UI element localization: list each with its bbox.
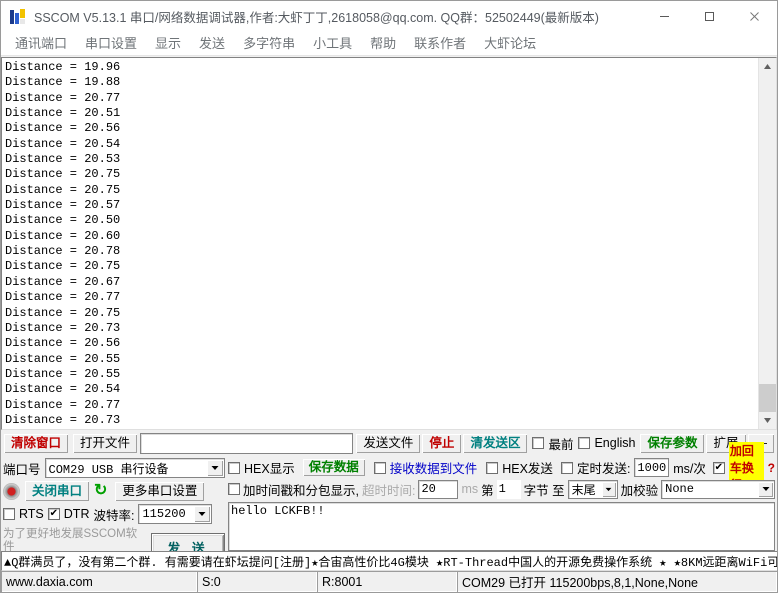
timed-send-unit-label: ms/次 [673, 462, 706, 476]
menu-item-forum[interactable]: 大虾论坛 [475, 33, 545, 55]
menu-item-send[interactable]: 发送 [190, 33, 234, 55]
minimize-button[interactable] [642, 1, 687, 32]
rts-label: RTS [19, 507, 44, 521]
status-sent-count: S:0 [197, 571, 317, 592]
byte-end-value: 末尾 [571, 483, 596, 498]
save-params-button[interactable]: 保存参数 [639, 432, 706, 454]
scroll-up-icon[interactable] [759, 58, 776, 75]
timestamp-checkbox[interactable] [228, 483, 240, 495]
timeout-label: 超时时间: [361, 483, 416, 498]
recv-to-file-label: 接收数据到文件 [389, 462, 478, 476]
close-port-button[interactable]: 关闭串口 [24, 480, 91, 502]
recv-to-file-checkbox[interactable] [373, 461, 386, 474]
hex-display-checkbox[interactable] [228, 461, 240, 474]
scroll-down-icon[interactable] [759, 412, 776, 429]
checksum-value: None [665, 482, 694, 496]
add-crlf-checkbox[interactable]: ✔ [712, 461, 725, 474]
status-received-count: R:8001 [317, 571, 457, 592]
status-bar: www.daxia.com S:0 R:8001 COM29 已打开 11520… [1, 571, 777, 592]
display-options-row-1: HEX显示 保存数据 接收数据到文件 HEX发送 定时发送: 1000 ms/次… [228, 442, 775, 493]
chevron-down-icon[interactable] [601, 481, 616, 497]
byte-mid-label: 字节 至 [523, 483, 565, 498]
file-path-input[interactable] [140, 432, 354, 454]
window-title: SSCOM V5.13.1 串口/网络数据调试器,作者:大虾丁丁,2618058… [34, 11, 599, 25]
rts-checkbox[interactable] [3, 508, 15, 520]
port-row: 端口号 COM29 USB 串行设备 [3, 458, 225, 478]
chevron-down-icon[interactable] [194, 506, 211, 522]
port-action-row: 关闭串口 ↻ 更多串口设置 [3, 480, 225, 502]
english-checkbox[interactable] [578, 437, 591, 449]
open-file-button[interactable]: 打开文件 [72, 432, 139, 454]
port-label: 端口号 [3, 462, 41, 477]
timestamp-label: 加时间戳和分包显示, [243, 483, 359, 498]
dtr-checkbox[interactable]: ✔ [47, 508, 60, 520]
status-port-info: COM29 已打开 115200bps,8,1,None,None [457, 571, 777, 592]
menu-bar: 通讯端口 串口设置 显示 发送 多字符串 小工具 帮助 联系作者 大虾论坛 [1, 33, 777, 56]
marquee-banner[interactable]: ▲Q群满员了，没有第二个群. 有需要请在虾坛提问[注册]★合宙高性价比4G模块 … [1, 551, 777, 571]
timed-send-label: 定时发送: [576, 462, 631, 476]
connection-status-led [3, 482, 20, 500]
timeout-input[interactable]: 20 [418, 479, 459, 499]
flow-control-row: RTS ✔ DTR 波特率: 115200 [3, 504, 225, 524]
clear-send-area-button[interactable]: 清发送区 [462, 432, 529, 454]
scrollbar-thumb[interactable] [759, 384, 776, 412]
stop-button[interactable]: 停止 [421, 432, 463, 454]
config-panel: 端口号 COM29 USB 串行设备 关闭串口 ↻ 更多串口设置 RTS ✔ D… [1, 442, 777, 566]
topmost-label: 最前 [548, 437, 574, 452]
dtr-label: DTR [63, 507, 90, 521]
baud-select-value: 115200 [142, 507, 186, 521]
baud-label: 波特率: [93, 508, 135, 523]
maximize-button[interactable] [687, 1, 732, 32]
send-text-input[interactable]: hello LCKFB!! [228, 502, 775, 551]
baud-select[interactable]: 115200 [138, 504, 213, 524]
checksum-select[interactable]: None [661, 479, 775, 499]
refresh-icon[interactable]: ↻ [94, 483, 107, 499]
close-button[interactable] [732, 1, 777, 32]
more-port-settings-button[interactable]: 更多串口设置 [114, 480, 206, 502]
title-bar: SSCOM V5.13.1 串口/网络数据调试器,作者:大虾丁丁,2618058… [1, 1, 777, 33]
display-options-panel: HEX显示 保存数据 接收数据到文件 HEX发送 定时发送: 1000 ms/次… [225, 442, 775, 551]
menu-item-comm-port[interactable]: 通讯端口 [6, 33, 76, 55]
menu-item-multi-string[interactable]: 多字符串 [234, 33, 304, 55]
byte-end-select[interactable]: 末尾 [567, 479, 618, 499]
port-select[interactable]: COM29 USB 串行设备 [44, 458, 225, 478]
timed-send-interval-input[interactable]: 1000 [634, 458, 670, 477]
checksum-label: 加校验 [620, 483, 659, 498]
clear-window-button[interactable]: 清除窗口 [3, 432, 70, 454]
port-config-panel: 端口号 COM29 USB 串行设备 关闭串口 ↻ 更多串口设置 RTS ✔ D… [3, 457, 225, 566]
chevron-down-icon[interactable] [758, 481, 773, 497]
send-file-button[interactable]: 发送文件 [355, 432, 422, 454]
menu-item-tools[interactable]: 小工具 [304, 33, 361, 55]
display-options-row-2: 加时间戳和分包显示, 超时时间: 20 ms 第 1 字节 至 末尾 加校验 N… [228, 478, 775, 500]
menu-item-serial-settings[interactable]: 串口设置 [76, 33, 146, 55]
receive-scrollbar[interactable] [758, 58, 776, 429]
receive-text[interactable]: Distance = 19.96 Distance = 19.88 Distan… [2, 58, 758, 429]
sscom-window: SSCOM V5.13.1 串口/网络数据调试器,作者:大虾丁丁,2618058… [0, 0, 778, 593]
byte-prefix-label: 第 [481, 483, 494, 498]
timeout-unit-label: ms [461, 482, 479, 496]
port-select-value: COM29 USB 串行设备 [48, 462, 169, 477]
menu-item-display[interactable]: 显示 [146, 33, 190, 55]
action-toolbar: 清除窗口 打开文件 发送文件 停止 清发送区 最前 English 保存参数 扩… [1, 430, 777, 456]
hex-display-label: HEX显示 [244, 462, 295, 476]
timed-send-checkbox[interactable] [560, 461, 573, 474]
byte-index-input[interactable]: 1 [496, 479, 521, 499]
menu-item-contact-author[interactable]: 联系作者 [405, 33, 475, 55]
menu-item-help[interactable]: 帮助 [361, 33, 405, 55]
topmost-checkbox[interactable] [532, 437, 545, 449]
receive-area: Distance = 19.96 Distance = 19.88 Distan… [1, 57, 777, 430]
chevron-down-icon[interactable] [207, 460, 223, 476]
hex-send-label: HEX发送 [502, 462, 553, 476]
help-icon[interactable]: ? [768, 461, 775, 475]
status-website[interactable]: www.daxia.com [1, 571, 197, 592]
hex-send-checkbox[interactable] [486, 461, 499, 474]
english-label: English [594, 436, 636, 450]
save-data-button[interactable]: 保存数据 [301, 458, 366, 477]
window-controls [642, 1, 777, 32]
app-icon [10, 8, 26, 25]
